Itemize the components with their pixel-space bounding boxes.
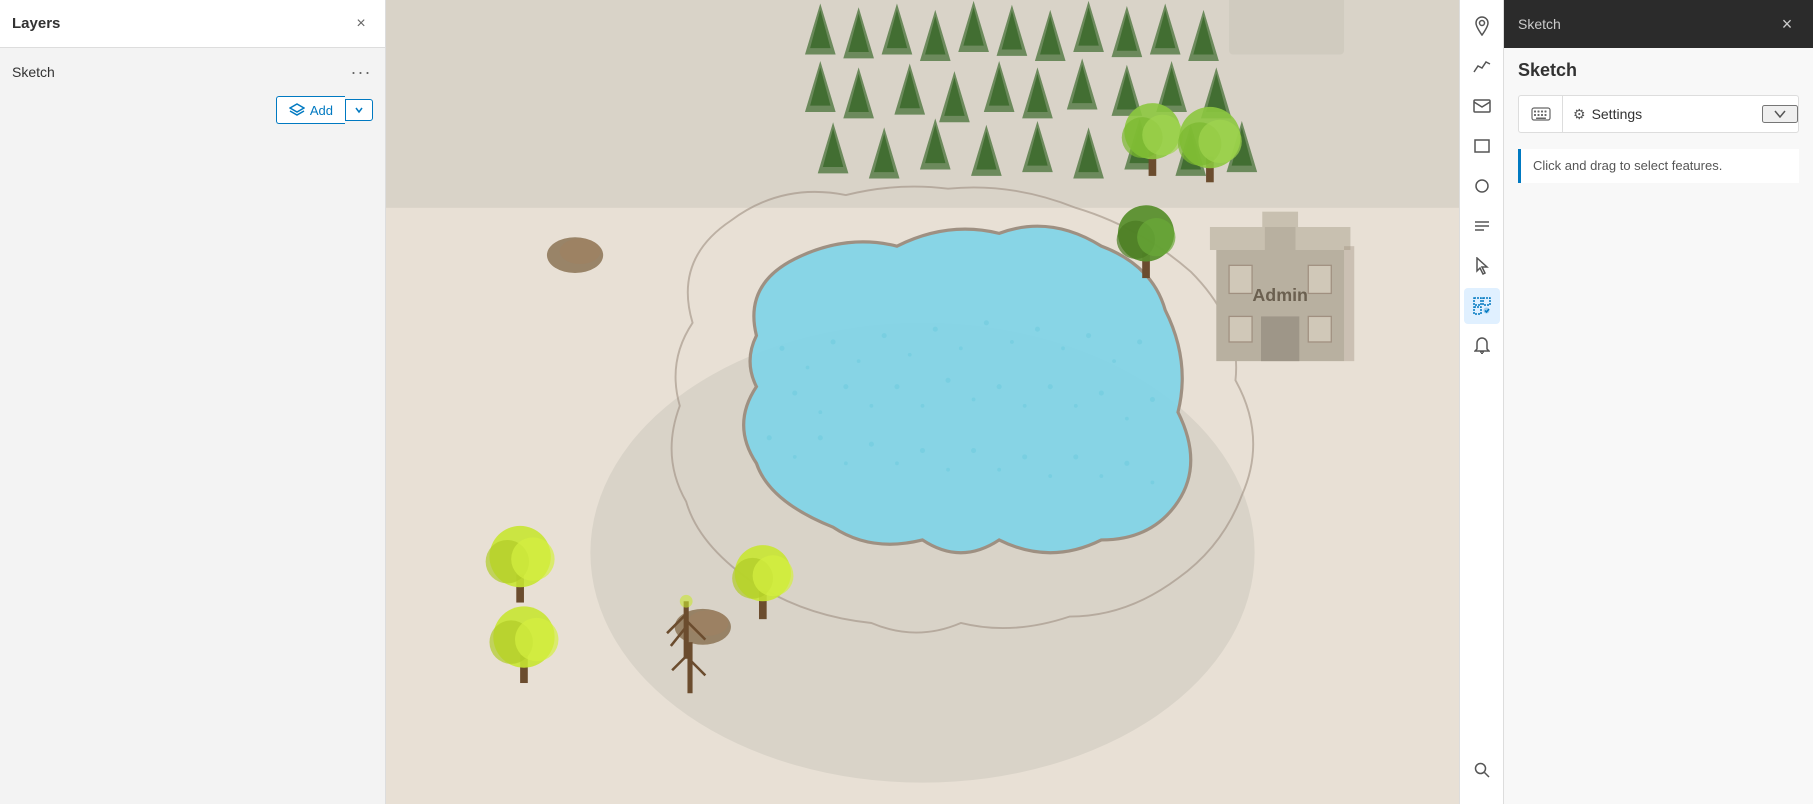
sketch-layer-menu-button[interactable]: ··· bbox=[349, 60, 373, 84]
text-lines-button[interactable] bbox=[1464, 208, 1500, 244]
search-button[interactable] bbox=[1464, 752, 1500, 788]
pin-icon bbox=[1473, 16, 1491, 36]
map-area[interactable]: Admin bbox=[386, 0, 1459, 804]
keyboard-icon bbox=[1519, 96, 1563, 132]
sketch-panel-close-button[interactable]: × bbox=[1775, 12, 1799, 36]
search-icon bbox=[1474, 762, 1490, 778]
chart-icon bbox=[1473, 58, 1491, 74]
sketch-layer-label: Sketch bbox=[12, 64, 55, 80]
select-features-button[interactable] bbox=[1464, 288, 1500, 324]
pin-button[interactable] bbox=[1464, 8, 1500, 44]
mail-button[interactable] bbox=[1464, 88, 1500, 124]
add-button-label: Add bbox=[310, 103, 333, 118]
sketch-panel-header: Sketch × bbox=[1504, 0, 1813, 48]
settings-expand-button[interactable] bbox=[1762, 105, 1798, 123]
add-button[interactable]: Add bbox=[276, 96, 345, 124]
chevron-down-icon bbox=[354, 105, 364, 115]
layers-close-button[interactable]: × bbox=[349, 12, 373, 36]
layers-icon bbox=[289, 102, 305, 118]
chevron-down-icon bbox=[1774, 110, 1786, 118]
sketch-panel-body: Sketch ⚙ Settings bbox=[1504, 48, 1813, 195]
mail-icon bbox=[1473, 98, 1491, 114]
settings-label-area: ⚙ Settings bbox=[1563, 106, 1762, 123]
bell-icon bbox=[1474, 337, 1490, 355]
layers-panel: Layers × Sketch ··· Add bbox=[0, 0, 386, 804]
settings-row: ⚙ Settings bbox=[1518, 95, 1799, 133]
layers-body: Sketch ··· Add bbox=[0, 48, 385, 132]
hint-box: Click and drag to select features. bbox=[1518, 149, 1799, 183]
add-row: Add bbox=[276, 96, 373, 124]
rect-icon bbox=[1474, 139, 1490, 153]
add-chevron-button[interactable] bbox=[345, 99, 373, 121]
cursor-button[interactable] bbox=[1464, 248, 1500, 284]
chart-button[interactable] bbox=[1464, 48, 1500, 84]
hint-text: Click and drag to select features. bbox=[1533, 158, 1722, 173]
select-features-icon bbox=[1473, 297, 1491, 315]
circle-icon bbox=[1474, 178, 1490, 194]
rect-button[interactable] bbox=[1464, 128, 1500, 164]
bell-button[interactable] bbox=[1464, 328, 1500, 364]
right-toolbar bbox=[1459, 0, 1503, 804]
sketch-panel: Sketch × Sketch ⚙ bbox=[1503, 0, 1813, 804]
settings-label: Settings bbox=[1592, 106, 1643, 122]
cursor-icon bbox=[1475, 257, 1489, 275]
svg-text:Admin: Admin bbox=[1252, 285, 1308, 305]
text-lines-icon bbox=[1474, 219, 1490, 233]
sketch-panel-header-title: Sketch bbox=[1518, 16, 1561, 32]
map-canvas: Admin bbox=[386, 0, 1459, 804]
sketch-panel-inner-title: Sketch bbox=[1518, 60, 1799, 81]
sketch-layer-row: Sketch ··· bbox=[12, 56, 373, 88]
layers-title: Layers bbox=[12, 15, 60, 32]
gear-icon: ⚙ bbox=[1573, 106, 1586, 123]
layers-header: Layers × bbox=[0, 0, 385, 48]
circle-button[interactable] bbox=[1464, 168, 1500, 204]
